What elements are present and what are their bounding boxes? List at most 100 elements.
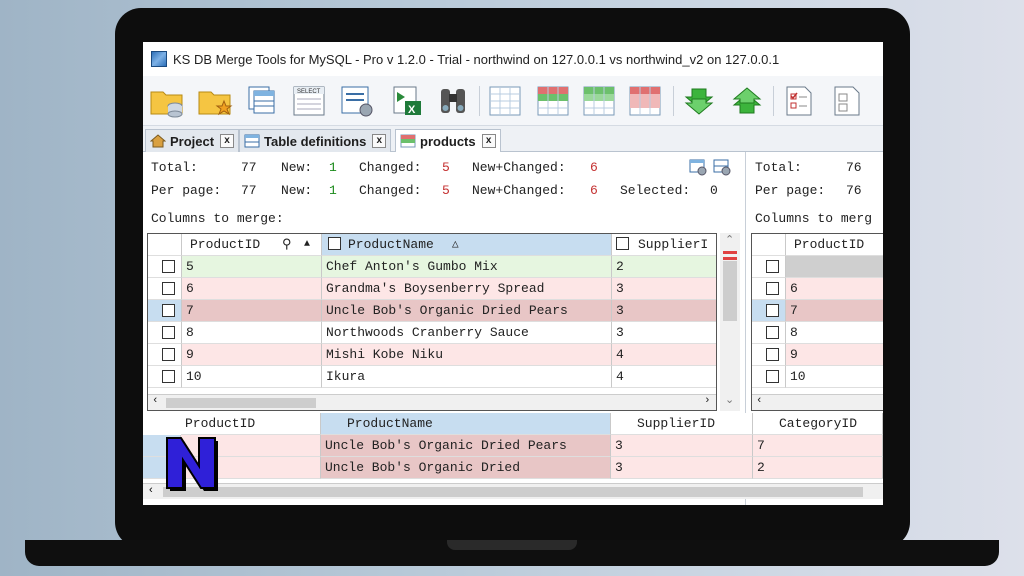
row-checkbox[interactable] — [766, 326, 779, 339]
table-cell[interactable]: 8 — [182, 322, 322, 344]
table-cell[interactable]: 10 — [182, 366, 322, 388]
row-checkbox-cell — [148, 278, 182, 300]
column-checkbox[interactable] — [328, 237, 341, 250]
close-icon[interactable]: x — [220, 134, 235, 148]
table-cell[interactable]: Grandma's Boysenberry Spread — [322, 278, 612, 300]
row-checkbox[interactable] — [162, 304, 175, 317]
toolbar-separator — [773, 86, 774, 116]
select-query-icon[interactable]: SELECT — [291, 83, 327, 119]
close-icon[interactable]: x — [372, 134, 387, 148]
table-cell[interactable]: Uncle Bob's Organic Dried Pears — [322, 300, 612, 322]
open-db-icon[interactable] — [149, 83, 185, 119]
column-checkbox[interactable] — [616, 237, 629, 250]
table-cell[interactable]: 8 — [786, 322, 883, 344]
table-cell[interactable]: 10 — [786, 366, 883, 388]
perpage-label: Per page: — [755, 183, 826, 198]
table-cell[interactable]: Northwoods Cranberry Sauce — [322, 322, 612, 344]
document-icon[interactable] — [829, 83, 865, 119]
table-cell[interactable]: 3 — [611, 435, 753, 457]
binoculars-icon[interactable] — [435, 83, 471, 119]
row-checkbox-cell — [752, 278, 786, 300]
scroll-left-icon[interactable]: ‹ — [756, 395, 763, 407]
column-header-productname[interactable]: ProductName — [321, 413, 611, 435]
column-header-supplierid[interactable]: SupplierI — [612, 234, 716, 256]
table-cell[interactable]: 2 — [753, 457, 883, 479]
arrow-down-green-icon[interactable] — [681, 83, 717, 119]
grid-red-icon[interactable] — [627, 83, 663, 119]
scrollbar-thumb[interactable] — [163, 487, 863, 497]
column-header-productid[interactable]: ProductID ⚲ ▲ — [182, 234, 322, 256]
table-cell[interactable]: 6 — [786, 278, 883, 300]
newchanged-value: 6 — [590, 160, 598, 175]
export-excel-icon[interactable]: X — [389, 83, 425, 119]
column-header-productid[interactable]: ProductID — [786, 234, 883, 256]
table-cell[interactable]: 3 — [612, 300, 716, 322]
columns-to-merge-label: Columns to merg — [755, 211, 873, 226]
column-header-categoryid[interactable]: CategoryID — [753, 413, 883, 435]
row-checkbox[interactable] — [162, 260, 175, 273]
tab-project[interactable]: Project x — [145, 129, 240, 152]
grid-settings-icon[interactable] — [689, 158, 707, 176]
table-cell[interactable]: 3 — [611, 457, 753, 479]
table-cell[interactable]: 4 — [612, 366, 716, 388]
row-checkbox[interactable] — [766, 304, 779, 317]
scrollbar-thumb[interactable] — [166, 398, 316, 408]
vertical-scrollbar[interactable]: ⌃ ⌄ — [720, 233, 740, 411]
table-cell[interactable]: 7 — [753, 435, 883, 457]
scrollbar-thumb[interactable] — [723, 261, 737, 321]
table-cell[interactable]: 2 — [612, 256, 716, 278]
tab-table-definitions[interactable]: Table definitions x — [239, 129, 392, 152]
tab-label: Table definitions — [264, 133, 367, 149]
perpage-value: 77 — [241, 183, 257, 198]
table-cell[interactable]: 3 — [612, 278, 716, 300]
horizontal-scrollbar[interactable]: ‹ — [752, 394, 883, 410]
header-label: CategoryID — [779, 416, 858, 431]
grid-options-icon[interactable] — [713, 158, 731, 176]
header-label: SupplierID — [637, 416, 716, 431]
table-cell[interactable]: Uncle Bob's Organic Dried — [321, 457, 611, 479]
row-checkbox[interactable] — [766, 260, 779, 273]
grid-green-top-icon[interactable] — [581, 83, 617, 119]
scroll-left-icon[interactable]: ‹ — [152, 395, 159, 407]
tab-products[interactable]: products x — [395, 129, 501, 152]
table-cell[interactable]: Uncle Bob's Organic Dried Pears — [321, 435, 611, 457]
row-checkbox[interactable] — [162, 282, 175, 295]
arrow-up-green-icon[interactable] — [729, 83, 765, 119]
open-project-icon[interactable] — [197, 83, 233, 119]
row-checkbox[interactable] — [766, 370, 779, 383]
row-checkbox[interactable] — [162, 326, 175, 339]
scroll-up-icon[interactable]: ⌃ — [725, 233, 734, 246]
table-cell[interactable]: 3 — [612, 322, 716, 344]
table-cell[interactable]: 9 — [182, 344, 322, 366]
table-cell[interactable]: 6 — [182, 278, 322, 300]
table-cell[interactable]: 7 — [786, 300, 883, 322]
column-header-productname[interactable]: ProductName △ — [322, 234, 612, 256]
tables-icon[interactable] — [245, 83, 281, 119]
horizontal-scrollbar[interactable]: ‹ › — [148, 394, 716, 410]
table-cell[interactable]: 4 — [612, 344, 716, 366]
settings-list-icon[interactable] — [339, 83, 375, 119]
table-cell[interactable] — [786, 256, 883, 278]
row-checkbox[interactable] — [766, 348, 779, 361]
newchanged-label: New+Changed: — [472, 183, 566, 198]
row-checkbox[interactable] — [162, 348, 175, 361]
row-checkbox[interactable] — [162, 370, 175, 383]
row-checkbox[interactable] — [766, 282, 779, 295]
checklist-icon[interactable] — [781, 83, 817, 119]
grid-blank-icon[interactable] — [487, 83, 523, 119]
table-cell[interactable]: 7 — [182, 300, 322, 322]
table-cell[interactable]: Chef Anton's Gumbo Mix — [322, 256, 612, 278]
column-header-supplierid[interactable]: SupplierID — [611, 413, 753, 435]
table-cell[interactable]: 9 — [786, 344, 883, 366]
scroll-right-icon[interactable]: › — [704, 395, 711, 407]
table-cell[interactable]: 5 — [182, 256, 322, 278]
scroll-down-icon[interactable]: ⌄ — [725, 393, 734, 406]
scroll-left-icon[interactable]: ‹ — [149, 484, 153, 496]
horizontal-scrollbar[interactable]: ‹ — [143, 483, 883, 499]
close-icon[interactable]: x — [481, 134, 496, 148]
table-cell[interactable]: Ikura — [322, 366, 612, 388]
row-checkbox-cell — [148, 300, 182, 322]
grid-green-icon[interactable] — [535, 83, 571, 119]
table-cell[interactable]: Mishi Kobe Niku — [322, 344, 612, 366]
changed-label: Changed: — [359, 160, 422, 175]
